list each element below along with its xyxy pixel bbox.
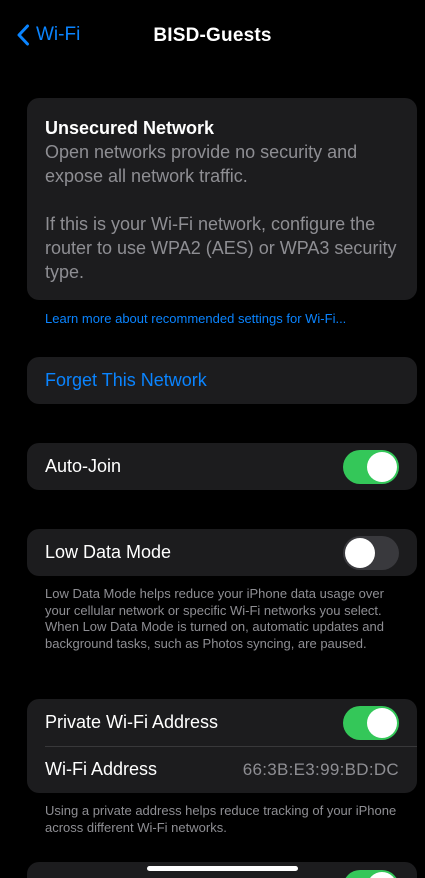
private-address-row: Private Wi-Fi Address <box>27 699 417 746</box>
wifi-address-row: Wi-Fi Address 66:3B:E3:99:BD:DC <box>27 746 417 793</box>
wifi-address-value: 66:3B:E3:99:BD:DC <box>242 759 399 779</box>
forget-network-button[interactable]: Forget This Network <box>27 357 417 404</box>
low-data-mode-footnote: Low Data Mode helps reduce your iPhone d… <box>45 586 384 651</box>
low-data-mode-toggle[interactable] <box>343 535 399 570</box>
private-address-footnote: Using a private address helps reduce tra… <box>45 803 397 835</box>
next-setting-toggle[interactable] <box>343 870 399 878</box>
warning-title: Unsecured Network <box>45 118 215 138</box>
auto-join-label: Auto-Join <box>45 456 122 476</box>
warning-text-open-networks: Open networks provide no security and ex… <box>45 142 358 186</box>
auto-join-row: Auto-Join <box>27 443 417 490</box>
warning-text-configure-router: If this is your Wi-Fi network, configure… <box>45 214 397 282</box>
page-title: BISD-Guests <box>153 25 272 46</box>
wifi-address-label: Wi-Fi Address <box>45 759 158 779</box>
low-data-mode-row: Low Data Mode <box>27 529 417 576</box>
auto-join-toggle[interactable] <box>343 449 399 484</box>
home-indicator[interactable] <box>147 866 298 871</box>
forget-network-label: Forget This Network <box>45 370 207 390</box>
private-address-toggle[interactable] <box>343 705 399 740</box>
learn-more-link[interactable]: Learn more about recommended settings fo… <box>45 311 346 326</box>
private-address-label: Private Wi-Fi Address <box>45 712 219 732</box>
private-address-group: Private Wi-Fi Address Wi-Fi Address 66:3… <box>27 699 417 793</box>
low-data-mode-label: Low Data Mode <box>45 542 172 562</box>
unsecured-network-warning: Unsecured Network Open networks provide … <box>27 98 417 300</box>
navigation-bar: Wi-Fi BISD-Guests <box>0 0 425 70</box>
